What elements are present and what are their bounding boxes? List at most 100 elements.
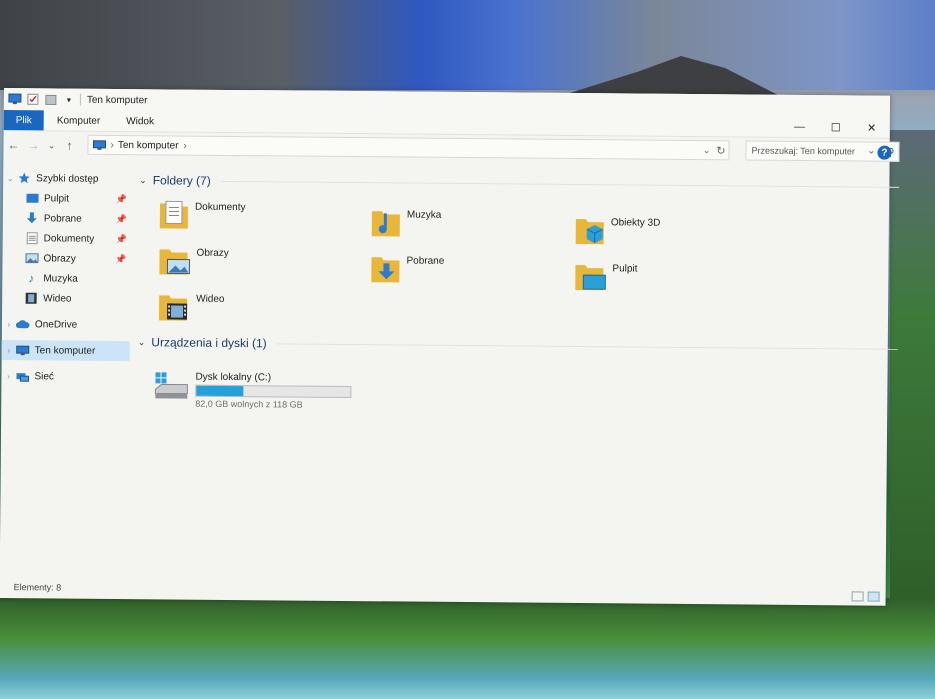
sidebar-item-label: Obrazy <box>43 252 76 265</box>
sidebar-item-label: OneDrive <box>34 318 78 331</box>
expand-icon[interactable]: › <box>2 345 16 355</box>
drive-label: Dysk lokalny (C:) <box>195 371 272 384</box>
sidebar-item-downloads[interactable]: Pobrane 📌 <box>3 208 131 229</box>
minimize-button[interactable]: — <box>782 117 818 137</box>
hard-drive-icon <box>153 371 189 408</box>
window-title: Ten komputer <box>86 94 148 106</box>
sidebar-item-label: Sieć <box>34 370 54 382</box>
breadcrumb-separator[interactable]: › <box>183 140 186 151</box>
this-pc-icon <box>8 92 22 106</box>
group-divider <box>276 342 898 350</box>
expand-icon[interactable]: › <box>2 319 16 329</box>
folder-documents[interactable]: Dokumenty <box>159 197 246 233</box>
folder-desktop[interactable]: Pulpit <box>574 259 638 295</box>
drive-free-space: 82,0 GB wolnych z 118 GB <box>195 398 303 410</box>
sidebar-item-label: Pobrane <box>43 212 82 225</box>
sidebar-item-label: Wideo <box>43 292 72 305</box>
expand-ribbon-icon[interactable]: ⌄ <box>867 146 875 157</box>
wallpaper <box>0 0 935 90</box>
status-bar-items: Elementy: 8 <box>13 582 62 593</box>
sidebar-item-music[interactable]: ♪ Muzyka <box>2 268 130 289</box>
tab-view[interactable]: Widok <box>113 111 167 131</box>
music-note-icon: ♪ <box>28 271 35 286</box>
back-button[interactable]: ← <box>3 138 23 152</box>
music-folder-icon <box>371 205 401 240</box>
pin-icon[interactable]: 📌 <box>115 253 126 264</box>
collapse-icon[interactable]: ⌄ <box>139 175 147 186</box>
navigation-pane: ⌄ Szybki dostęp Pulpit 📌 Pobrane 📌 Dokum… <box>0 168 131 579</box>
drive-usage-bar <box>195 384 352 399</box>
customize-toolbar-icon[interactable]: ▾ <box>62 93 76 107</box>
sidebar-item-videos[interactable]: Wideo <box>2 288 130 309</box>
folder-label: Pobrane <box>406 255 445 267</box>
monitor-icon <box>16 344 30 356</box>
new-folder-icon[interactable] <box>44 92 58 106</box>
folder-3d-objects[interactable]: Obiekty 3D <box>575 213 661 249</box>
videos-folder-icon <box>158 289 190 324</box>
title-separator <box>79 93 81 106</box>
breadcrumb-this-pc[interactable]: Ten komputer <box>118 139 179 151</box>
close-button[interactable]: ✕ <box>854 117 890 137</box>
pictures-folder-icon <box>158 243 191 278</box>
group-divider <box>220 180 900 188</box>
folder-label: Obiekty 3D <box>610 217 661 229</box>
network-icon <box>15 370 29 382</box>
folder-pictures[interactable]: Obrazy <box>158 243 229 279</box>
drive-usage-fill <box>196 385 244 397</box>
sidebar-item-onedrive[interactable]: › OneDrive <box>2 314 130 335</box>
folder-downloads[interactable]: Pobrane <box>370 251 444 287</box>
sidebar-item-desktop[interactable]: Pulpit 📌 <box>3 188 131 209</box>
sidebar-item-documents[interactable]: Dokumenty 📌 <box>3 228 131 249</box>
expand-icon[interactable]: ⌄ <box>3 173 17 183</box>
folder-label: Pulpit <box>612 263 638 275</box>
folder-label: Obrazy <box>196 247 229 259</box>
picture-icon <box>24 252 39 264</box>
folder-label: Dokumenty <box>194 201 246 214</box>
expand-icon[interactable]: › <box>1 371 15 381</box>
folders-group-header[interactable]: ⌄ Foldery (7) <box>139 173 900 194</box>
search-box[interactable]: Przeszukaj: Ten komputer ⚲ <box>745 140 900 162</box>
refresh-icon[interactable]: ↻ <box>716 144 725 157</box>
up-button[interactable]: ↑ <box>59 138 79 153</box>
maximize-button[interactable]: ☐ <box>818 117 854 137</box>
sidebar-item-quick-access[interactable]: ⌄ Szybki dostęp <box>3 168 131 189</box>
pin-icon[interactable]: 📌 <box>115 233 126 244</box>
address-bar[interactable]: › Ten komputer › ⌄ ↻ <box>87 134 730 161</box>
folder-label: Muzyka <box>406 209 442 221</box>
file-explorer-window: ▾ Ten komputer Plik Komputer Widok — ☐ ✕… <box>0 88 900 606</box>
forward-button[interactable]: → <box>23 138 43 152</box>
search-input[interactable]: Przeszukaj: Ten komputer <box>751 146 854 157</box>
sidebar-item-pictures[interactable]: Obrazy 📌 <box>2 248 130 269</box>
sidebar-item-label: Ten komputer <box>34 344 96 357</box>
tab-computer[interactable]: Komputer <box>44 110 114 131</box>
help-button[interactable]: ? <box>877 145 892 160</box>
lake-bottom <box>0 598 935 699</box>
devices-group-header[interactable]: ⌄ Urządzenia i dyski (1) <box>138 335 898 356</box>
sidebar-item-network[interactable]: › Sieć <box>1 366 129 387</box>
film-icon <box>24 292 38 304</box>
folder-music[interactable]: Muzyka <box>371 205 442 241</box>
collapse-icon[interactable]: ⌄ <box>138 337 146 348</box>
recent-locations-button[interactable]: ⌄ <box>43 140 59 151</box>
details-view-icon[interactable] <box>851 591 864 602</box>
tab-file[interactable]: Plik <box>3 109 44 131</box>
pin-icon[interactable]: 📌 <box>116 213 127 224</box>
properties-icon[interactable] <box>26 92 40 106</box>
forest-right <box>890 130 935 600</box>
documents-folder-icon <box>159 197 189 232</box>
downloads-folder-icon <box>370 251 400 286</box>
folder-label: Wideo <box>196 293 225 305</box>
download-arrow-icon <box>25 212 39 224</box>
address-dropdown-icon[interactable]: ⌄ <box>703 145 711 156</box>
drive-local-c[interactable]: Dysk lokalny (C:) 82,0 GB wolnych z 118 … <box>153 371 352 410</box>
3d-objects-folder-icon <box>575 213 605 248</box>
folder-videos[interactable]: Wideo <box>158 289 225 325</box>
sidebar-item-this-pc[interactable]: › Ten komputer <box>1 339 130 362</box>
pin-icon[interactable]: 📌 <box>116 193 127 204</box>
devices-header-label: Urządzenia i dyski (1) <box>151 335 267 351</box>
view-toggle <box>851 591 880 602</box>
star-icon <box>17 172 31 184</box>
large-icons-view-icon[interactable] <box>867 591 880 602</box>
cloud-icon <box>16 318 30 330</box>
this-pc-icon <box>92 139 107 150</box>
